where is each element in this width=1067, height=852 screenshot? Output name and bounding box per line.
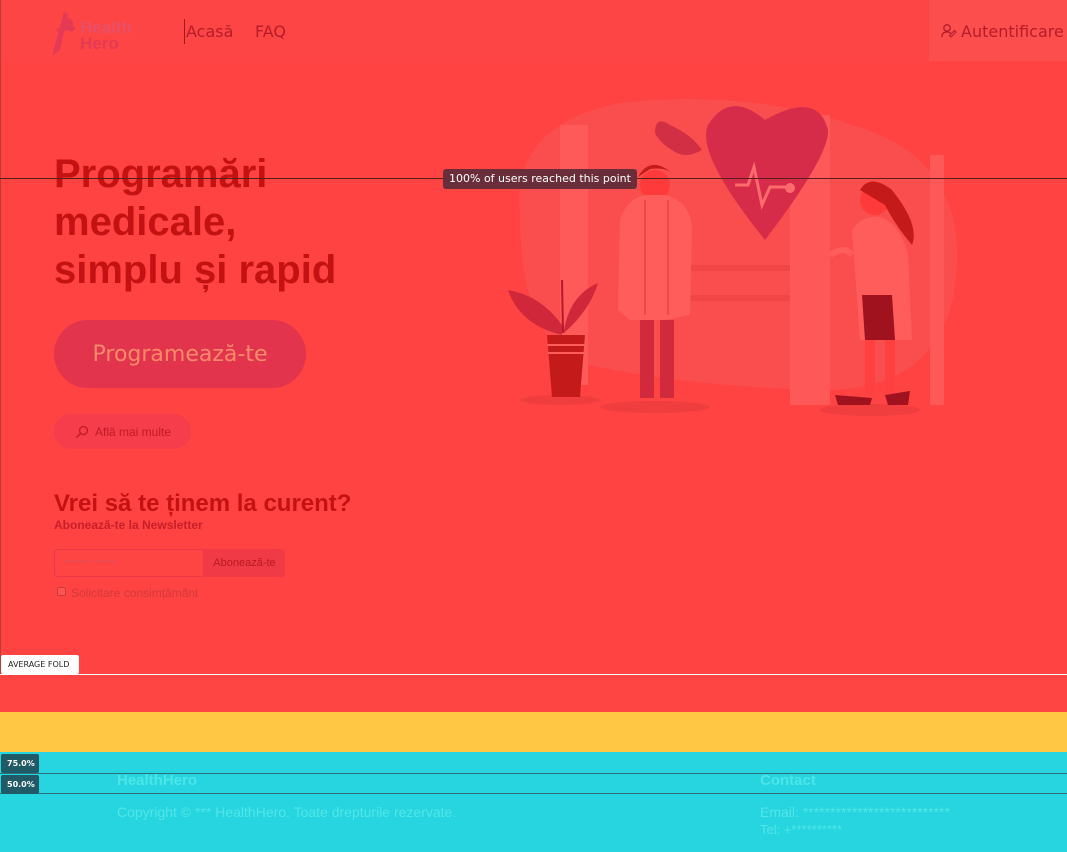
subscribe-button[interactable]: Abonează-te xyxy=(204,549,285,577)
average-fold-badge: AVERAGE FOLD xyxy=(1,655,79,674)
footer-copyright: Copyright © *** HealthHero. Toate dreptu… xyxy=(117,804,457,820)
learn-more-label: Află mai multe xyxy=(95,424,172,439)
scroll-depth-line-75 xyxy=(0,773,1067,774)
scroll-band-yellow xyxy=(0,712,1067,752)
scroll-band-teal xyxy=(0,752,1067,852)
average-fold-line xyxy=(0,674,1067,675)
hero-title-line: simplu și rapid xyxy=(54,248,337,292)
login-label[interactable]: Autentificare xyxy=(961,22,1064,41)
logo-text: Health Hero xyxy=(80,19,132,53)
scroll-reach-badge: 100% of users reached this point xyxy=(443,169,637,189)
hero-title-line: medicale, xyxy=(54,200,237,244)
footer-phone[interactable]: Tel: +********** xyxy=(760,822,842,837)
nav-link-home[interactable]: Acasă xyxy=(186,22,233,41)
logo-text-hero: Hero xyxy=(80,34,119,53)
text-cursor xyxy=(184,19,185,44)
hero-title: Programări medicale, simplu și rapid xyxy=(54,150,454,294)
newsletter-title: Vrei să te ținem la curent? xyxy=(54,490,352,517)
learn-more-button[interactable]: Află mai multe xyxy=(54,414,191,449)
footer-contact-title: Contact xyxy=(760,772,816,789)
footer-brand: HealthHero xyxy=(117,772,198,789)
doctors-illustration xyxy=(508,99,958,416)
user-icon xyxy=(941,24,957,38)
footer-email[interactable]: Email: *************************** xyxy=(760,804,950,820)
page-left-edge xyxy=(0,0,1,674)
scroll-depth-badge-50: 50.0% xyxy=(1,775,39,794)
newsletter-subtitle: Abonează-te la Newsletter xyxy=(54,518,203,532)
book-appointment-button[interactable]: Programează-te xyxy=(54,320,306,388)
hero-title-line: Programări xyxy=(54,152,268,196)
scroll-depth-line-50 xyxy=(0,793,1067,794)
scroll-depth-badge-75: 75.0% xyxy=(1,754,39,773)
top-navbar xyxy=(0,0,1067,62)
newsletter-email-input[interactable] xyxy=(54,549,204,577)
search-icon xyxy=(76,425,89,438)
consent-label: Solicitare consimțământ xyxy=(71,586,199,600)
consent-checkbox[interactable] xyxy=(57,587,66,596)
scroll-band-red xyxy=(0,675,1067,712)
nav-link-faq[interactable]: FAQ xyxy=(255,22,286,41)
